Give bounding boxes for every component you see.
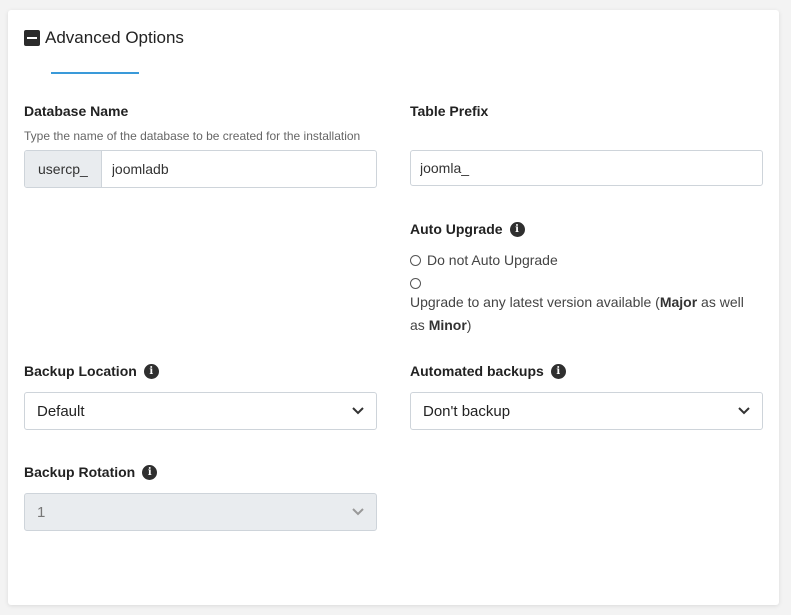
- info-icon[interactable]: i: [142, 464, 158, 480]
- radio-upgrade-latest[interactable]: [410, 278, 427, 289]
- chevron-down-icon: [352, 506, 364, 518]
- backup-rotation-label-text: Backup Rotation: [24, 464, 136, 480]
- backup-location-select[interactable]: Default: [24, 392, 377, 430]
- database-prefix-addon: usercp_: [25, 151, 102, 187]
- section-title: Advanced Options: [45, 28, 184, 47]
- table-prefix-input[interactable]: [410, 150, 763, 186]
- backup-location-value: Default: [37, 402, 85, 420]
- chevron-down-icon: [352, 405, 364, 417]
- radio-label: Do not Auto Upgrade: [427, 252, 558, 268]
- backup-rotation-label: Backup Rotation i: [24, 464, 158, 480]
- auto-upgrade-label: Auto Upgrade i: [410, 221, 525, 237]
- backup-rotation-select: 1: [24, 493, 377, 531]
- automated-backups-label: Automated backups i: [410, 363, 566, 379]
- radio-button[interactable]: [410, 254, 421, 266]
- automated-backups-select[interactable]: Don't backup: [410, 392, 763, 430]
- info-icon[interactable]: i: [143, 363, 159, 379]
- upgrade-text-3: ): [466, 317, 472, 333]
- auto-upgrade-label-text: Auto Upgrade: [410, 221, 503, 237]
- upgrade-text-1: Upgrade to any latest version available …: [410, 294, 660, 310]
- chevron-down-icon: [738, 405, 750, 417]
- radio-do-not-upgrade[interactable]: Do not Auto Upgrade: [410, 252, 558, 268]
- radio-button[interactable]: [410, 278, 421, 289]
- database-name-label-text: Database Name: [24, 103, 129, 119]
- backup-location-label: Backup Location i: [24, 363, 159, 379]
- automated-backups-value: Don't backup: [423, 402, 511, 420]
- section-underline: [51, 72, 139, 74]
- upgrade-minor: Minor: [428, 317, 467, 333]
- automated-backups-label-text: Automated backups: [410, 363, 544, 379]
- database-name-input[interactable]: [101, 151, 376, 187]
- radio-upgrade-latest-label: Upgrade to any latest version available …: [410, 291, 760, 337]
- info-icon[interactable]: i: [550, 363, 566, 379]
- info-icon[interactable]: i: [509, 221, 525, 237]
- section-header[interactable]: Advanced Options: [24, 28, 184, 48]
- database-name-label: Database Name: [24, 103, 128, 119]
- backup-location-label-text: Backup Location: [24, 363, 137, 379]
- collapse-icon[interactable]: [24, 30, 40, 46]
- advanced-options-panel: Advanced Options Database Name Type the …: [8, 10, 779, 605]
- table-prefix-label-text: Table Prefix: [410, 103, 489, 119]
- backup-rotation-value: 1: [37, 503, 46, 521]
- database-name-group: usercp_: [24, 150, 377, 188]
- upgrade-major: Major: [659, 294, 698, 310]
- database-name-hint: Type the name of the database to be crea…: [24, 129, 361, 143]
- table-prefix-label: Table Prefix: [410, 103, 488, 119]
